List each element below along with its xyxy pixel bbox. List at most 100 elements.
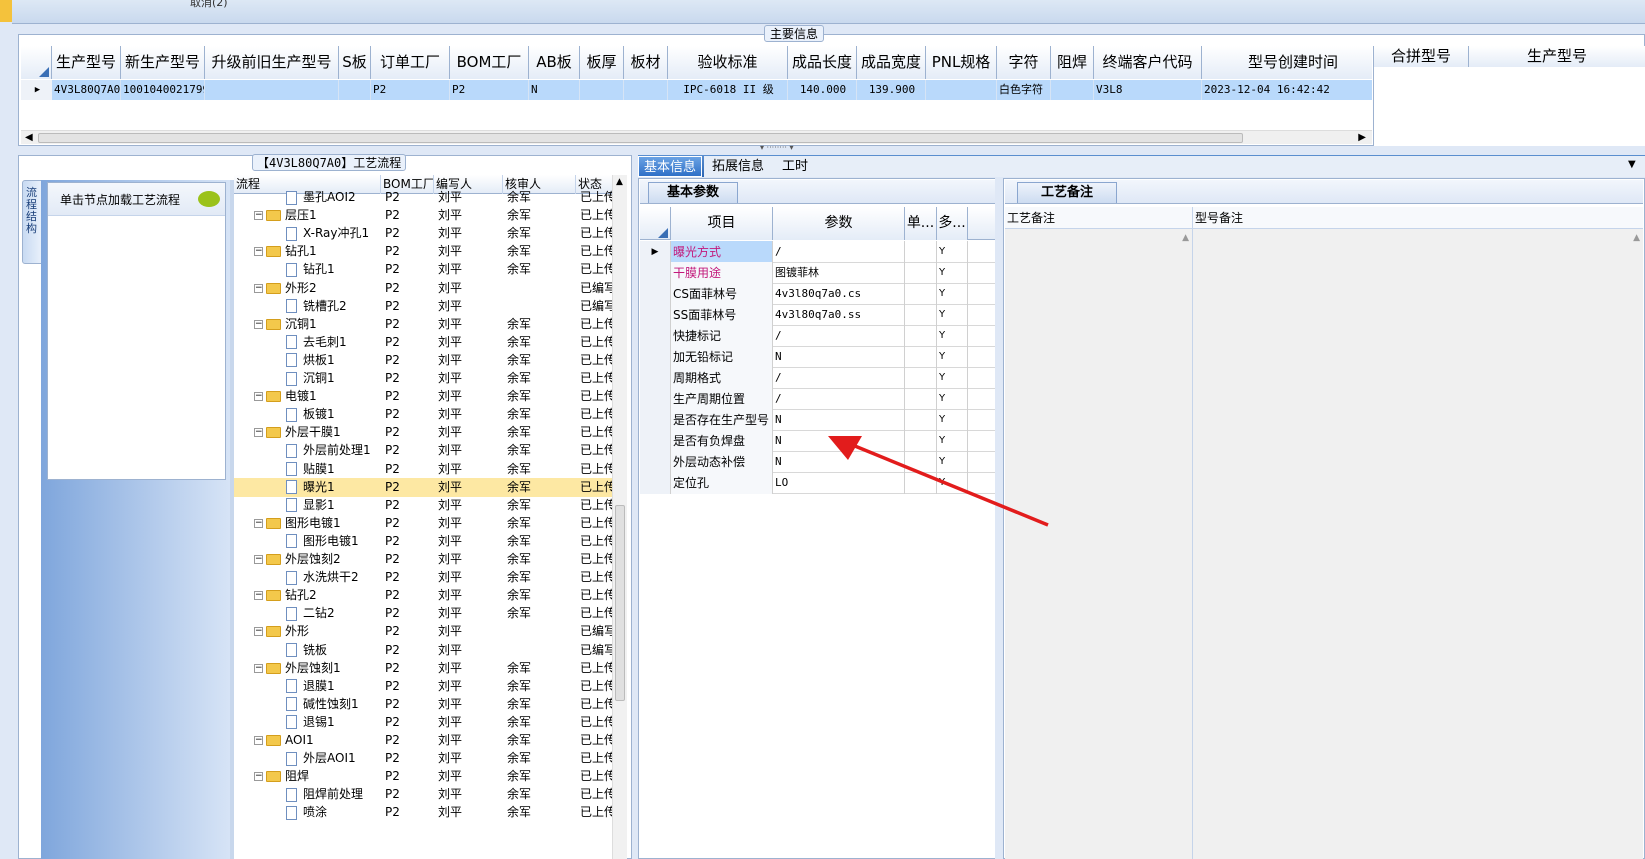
process-row[interactable]: 外层前处理1 P2 刘平 余军 已上传 (234, 441, 614, 460)
param-flag[interactable]: Y (937, 283, 968, 305)
collapse-toggle-icon[interactable]: − (254, 211, 263, 221)
param-unit[interactable] (905, 325, 937, 347)
params-row[interactable]: 周期格式 / Y (640, 367, 1015, 389)
params-header-col[interactable]: 参数 (773, 207, 905, 240)
process-row[interactable]: − 电镀1 P2 刘平 余军 已上传 (234, 387, 614, 406)
process-node[interactable]: 烘板1 (286, 351, 381, 370)
param-value[interactable]: / (773, 325, 905, 347)
process-row[interactable]: 碱性蚀刻1 P2 刘平 余军 已上传 (234, 695, 614, 714)
param-unit[interactable] (905, 409, 937, 431)
param-flag[interactable]: Y (937, 262, 968, 284)
tab-work-hours[interactable]: 工时 (772, 156, 818, 177)
process-node[interactable]: 碱性蚀刻1 (286, 695, 381, 714)
grid-cell[interactable]: 10010400217992 (121, 80, 205, 100)
process-row[interactable]: − 阻焊 P2 刘平 余军 已上传 (234, 767, 614, 786)
process-node[interactable]: − 阻焊 (254, 767, 381, 786)
process-node[interactable]: − 外层干膜1 (254, 423, 381, 442)
process-row[interactable]: − 钻孔1 P2 刘平 余军 已上传 (234, 242, 614, 261)
process-node[interactable]: 墨孔AOI2 (286, 188, 381, 207)
params-corner[interactable] (640, 207, 671, 240)
process-node[interactable]: 沉铜1 (286, 369, 381, 388)
grid-cell[interactable]: P2 (371, 80, 450, 100)
grid-header-col[interactable]: 阻焊 (1051, 46, 1094, 79)
merge-grid[interactable]: 合拼型号 生产型号 (1373, 46, 1645, 146)
process-node[interactable]: 喷涂 (286, 803, 381, 822)
process-row[interactable]: 二钻2 P2 刘平 余军 已上传 (234, 604, 614, 623)
process-vscroll-thumb[interactable] (615, 505, 625, 701)
scroll-left-icon[interactable]: ◀ (25, 131, 33, 145)
process-row[interactable]: − 外层干膜1 P2 刘平 余军 已上传 (234, 423, 614, 442)
process-node[interactable]: 曝光1 (286, 478, 381, 497)
grid-header-col[interactable]: 升级前旧生产型号 (205, 46, 339, 79)
grid-header-col[interactable]: 板厚 (580, 46, 624, 79)
merge-grid-header-1[interactable]: 合拼型号 (1374, 46, 1469, 67)
process-row[interactable]: 显影1 P2 刘平 余军 已上传 (234, 496, 614, 515)
collapse-toggle-icon[interactable]: − (254, 555, 263, 564)
tab-extended-info[interactable]: 拓展信息 (704, 156, 772, 177)
process-row[interactable]: − 图形电镀1 P2 刘平 余军 已上传 (234, 514, 614, 533)
collapse-toggle-icon[interactable]: − (254, 736, 263, 745)
param-flag[interactable]: Y (937, 304, 968, 326)
grid-header-col[interactable]: 新生产型号 (121, 46, 205, 79)
side-tab-flow-structure[interactable]: 流程结构 (22, 180, 42, 264)
grid-cell[interactable]: 139.900 (857, 80, 926, 100)
process-row[interactable]: 阻焊前处理 P2 刘平 余军 已上传 (234, 785, 614, 804)
toolbar-cancel-label[interactable]: 取消(2) (190, 0, 228, 10)
process-row[interactable]: 图形电镀1 P2 刘平 余军 已上传 (234, 532, 614, 551)
param-unit[interactable] (905, 367, 937, 389)
params-header-col[interactable]: 多... (937, 207, 968, 240)
process-node[interactable]: − 外形2 (254, 279, 381, 298)
subtab-process-notes[interactable]: 工艺备注 (1017, 182, 1117, 203)
params-row[interactable]: SS面菲林号 4v3l80q7a0.ss Y (640, 304, 1015, 326)
process-node[interactable]: − 外层蚀刻2 (254, 550, 381, 569)
horizontal-splitter[interactable]: ▾ ········ ▾ (0, 143, 1645, 155)
process-row[interactable]: 退膜1 P2 刘平 余军 已上传 (234, 677, 614, 696)
grid-cell[interactable]: 2023-12-04 16:42:42 (1202, 80, 1372, 100)
process-row[interactable]: − 外层蚀刻2 P2 刘平 余军 已上传 (234, 550, 614, 569)
hscroll-thumb[interactable] (38, 133, 1243, 143)
process-node[interactable]: 贴膜1 (286, 460, 381, 479)
param-value[interactable]: N (773, 346, 905, 368)
process-row[interactable]: 墨孔AOI2 P2 刘平 余军 已上传 (234, 188, 614, 207)
params-row[interactable]: ▶ 曝光方式 / Y (640, 241, 1015, 263)
merge-grid-header-2[interactable]: 生产型号 (1469, 46, 1645, 67)
process-row[interactable]: − AOI1 P2 刘平 余军 已上传 (234, 731, 614, 750)
param-flag[interactable]: Y (937, 388, 968, 410)
process-node[interactable]: 铣板 (286, 641, 381, 660)
param-value[interactable]: / (773, 241, 905, 263)
grid-header-col[interactable]: 生产型号 (52, 46, 121, 79)
collapse-toggle-icon[interactable]: − (254, 283, 263, 293)
process-node[interactable]: − 图形电镀1 (254, 514, 381, 533)
process-row[interactable]: 板镀1 P2 刘平 余军 已上传 (234, 405, 614, 424)
param-unit[interactable] (905, 346, 937, 368)
param-flag[interactable]: Y (937, 241, 968, 263)
process-row[interactable]: X-Ray冲孔1 P2 刘平 余军 已上传 (234, 224, 614, 243)
process-node[interactable]: − 外形 (254, 622, 381, 641)
collapse-toggle-icon[interactable]: − (254, 319, 263, 329)
process-row[interactable]: 水洗烘干2 P2 刘平 余军 已上传 (234, 568, 614, 587)
grid-cell[interactable] (205, 80, 339, 100)
notes-scroll-up-icon[interactable]: ▲ (1182, 233, 1189, 243)
params-row[interactable]: 快捷标记 / Y (640, 325, 1015, 347)
process-node[interactable]: − 沉铜1 (254, 315, 381, 334)
params-header-col[interactable]: 项目 (671, 207, 773, 240)
param-flag[interactable]: Y (937, 367, 968, 389)
param-unit[interactable] (905, 283, 937, 305)
process-row[interactable]: 贴膜1 P2 刘平 余军 已上传 (234, 460, 614, 479)
load-flow-box[interactable]: 单击节点加载工艺流程 (47, 182, 226, 480)
grid-cell[interactable]: 白色字符 (997, 80, 1051, 100)
tab-basic-info[interactable]: 基本信息 (638, 156, 702, 177)
process-row[interactable]: 铣槽孔2 P2 刘平 已编写 (234, 297, 614, 316)
main-grid[interactable]: 生产型号 新生产型号 升级前旧生产型号 S板 订单工厂 BOM工厂 AB板 板厚 板材 验收标准成… (21, 46, 1372, 146)
scroll-right-icon[interactable]: ▶ (1358, 131, 1366, 145)
grid-header-col[interactable]: AB板 (529, 46, 580, 79)
process-row[interactable]: − 外形2 P2 刘平 已编写 (234, 279, 614, 298)
collapse-toggle-icon[interactable]: − (254, 627, 263, 637)
process-vscroll[interactable]: ▲ (612, 175, 627, 859)
process-row[interactable]: − 沉铜1 P2 刘平 余军 已上传 (234, 315, 614, 334)
process-row[interactable]: 铣板 P2 刘平 已编写 (234, 641, 614, 660)
tab-dropdown-icon[interactable]: ▼ (1628, 159, 1636, 170)
process-node[interactable]: − 层压1 (254, 206, 381, 225)
param-value[interactable]: 4v3l80q7a0.ss (773, 304, 905, 326)
grid-header-col[interactable]: BOM工厂 (450, 46, 529, 79)
